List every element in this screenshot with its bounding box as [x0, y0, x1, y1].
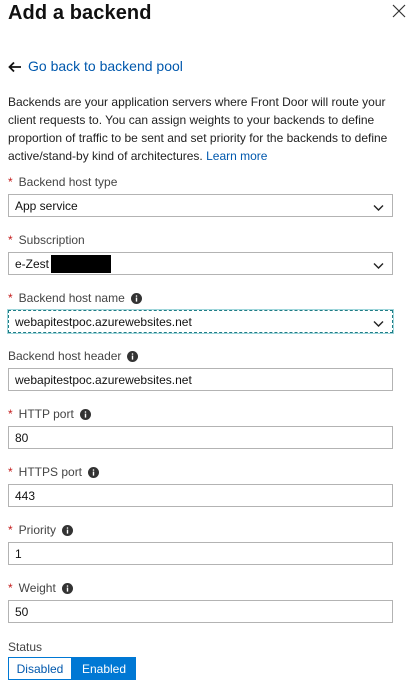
- required-marker: *: [8, 581, 13, 595]
- redaction-block: [51, 254, 112, 273]
- priority-input[interactable]: 1: [8, 542, 393, 565]
- back-link-label: Go back to backend pool: [28, 58, 183, 74]
- info-icon[interactable]: [61, 582, 73, 594]
- http-port-input[interactable]: 80: [8, 426, 393, 449]
- status-enabled-option[interactable]: Enabled: [72, 657, 136, 680]
- info-icon[interactable]: [130, 292, 142, 304]
- back-to-pool-link[interactable]: Go back to backend pool: [8, 58, 183, 74]
- required-marker: *: [8, 465, 13, 479]
- required-marker: *: [8, 175, 13, 189]
- https-port-label: * HTTPS port: [8, 465, 100, 479]
- priority-label: * Priority: [8, 523, 74, 537]
- subscription-select[interactable]: e-Zest: [8, 252, 393, 275]
- backend-host-type-select[interactable]: App service: [8, 194, 393, 217]
- https-port-input[interactable]: 443: [8, 484, 393, 507]
- backend-host-header-input[interactable]: webapitestpoc.azurewebsites.net: [8, 368, 393, 391]
- description: Backends are your application servers wh…: [8, 93, 400, 165]
- info-icon[interactable]: [79, 408, 91, 420]
- status-disabled-option[interactable]: Disabled: [8, 657, 72, 680]
- required-marker: *: [8, 523, 13, 537]
- backend-host-type-label: * Backend host type: [8, 175, 118, 189]
- chevron-down-icon: [373, 201, 384, 211]
- chevron-down-icon: [373, 317, 384, 327]
- required-marker: *: [8, 407, 13, 421]
- arrow-left-icon: [8, 60, 22, 73]
- weight-label: * Weight: [8, 581, 73, 595]
- required-marker: *: [8, 291, 13, 305]
- subscription-label: * Subscription: [8, 233, 85, 247]
- backend-host-header-label: Backend host header: [8, 349, 139, 363]
- status-label: Status: [8, 640, 43, 654]
- description-text: Backends are your application servers wh…: [8, 95, 388, 163]
- info-icon[interactable]: [88, 466, 100, 478]
- status-toggle: Disabled Enabled: [8, 657, 136, 680]
- http-port-label: * HTTP port: [8, 407, 91, 421]
- required-marker: *: [8, 233, 13, 247]
- close-icon[interactable]: [392, 4, 406, 18]
- blade-header: Add a backend: [0, 0, 414, 28]
- info-icon[interactable]: [62, 524, 74, 536]
- info-icon[interactable]: [127, 350, 139, 362]
- learn-more-link[interactable]: Learn more: [206, 149, 267, 163]
- backend-host-name-select[interactable]: webapitestpoc.azurewebsites.net: [7, 309, 394, 334]
- weight-input[interactable]: 50: [8, 600, 393, 623]
- page-title: Add a backend: [8, 2, 152, 24]
- chevron-down-icon: [373, 259, 384, 269]
- backend-host-name-label: * Backend host name: [8, 291, 142, 305]
